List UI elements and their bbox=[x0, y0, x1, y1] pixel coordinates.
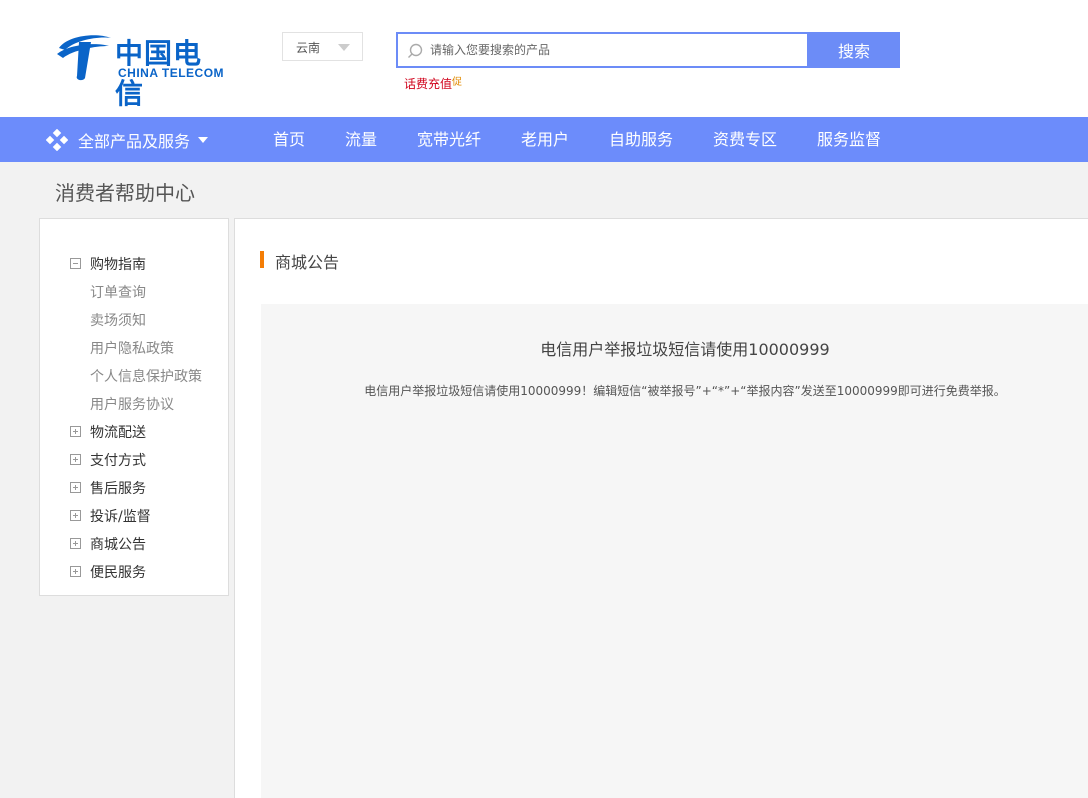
nav-item-self-service[interactable]: 自助服务 bbox=[609, 117, 673, 162]
expand-icon[interactable] bbox=[70, 454, 81, 465]
sidebar-group-label: 物流配送 bbox=[90, 425, 146, 441]
all-products-menu[interactable]: 全部产品及服务 bbox=[46, 117, 209, 162]
section-accent-bar bbox=[260, 251, 264, 268]
all-products-label: 全部产品及服务 bbox=[78, 131, 191, 151]
search-box bbox=[396, 32, 809, 68]
nav-item-data-traffic[interactable]: 流量 bbox=[345, 117, 377, 162]
region-selector[interactable]: 云南 bbox=[282, 32, 363, 61]
nav-item-tariff-zone[interactable]: 资费专区 bbox=[713, 117, 777, 162]
help-sidebar: 购物指南 订单查询 卖场须知 用户隐私政策 个人信息保护政策 用户服务协议 物流… bbox=[39, 218, 229, 596]
sidebar-group-label: 售后服务 bbox=[90, 481, 146, 497]
notice-body: 电信用户举报垃圾短信请使用10000999！编辑短信“被举报号”+“*”+“举报… bbox=[364, 384, 1006, 398]
promo-badge: 促 bbox=[452, 77, 462, 88]
chevron-down-icon bbox=[338, 44, 350, 51]
sidebar-group-label: 便民服务 bbox=[90, 565, 146, 581]
sidebar-group-complaints[interactable]: 投诉/监督 bbox=[40, 502, 228, 530]
caret-down-icon bbox=[198, 136, 209, 143]
sidebar-item-label: 个人信息保护政策 bbox=[90, 369, 202, 385]
search-input[interactable] bbox=[430, 40, 800, 60]
page-title: 消费者帮助中心 bbox=[55, 181, 195, 205]
sidebar-group-label: 投诉/监督 bbox=[90, 509, 151, 525]
expand-icon[interactable] bbox=[70, 510, 81, 521]
search-icon bbox=[408, 43, 423, 58]
search-button[interactable]: 搜索 bbox=[808, 32, 900, 68]
recharge-link[interactable]: 话费充值 bbox=[404, 75, 452, 92]
sidebar-group-convenience[interactable]: 便民服务 bbox=[40, 558, 228, 586]
expand-icon[interactable] bbox=[70, 426, 81, 437]
main-nav: 全部产品及服务 首页 流量 宽带光纤 老用户 自助服务 资费专区 服务监督 bbox=[0, 117, 1088, 162]
section-title: 商城公告 bbox=[275, 253, 340, 272]
sidebar-item-user-agreement[interactable]: 用户服务协议 bbox=[40, 390, 228, 418]
china-telecom-logo[interactable]: 中国电信 CHINA TELECOM bbox=[55, 30, 230, 110]
nav-item-broadband[interactable]: 宽带光纤 bbox=[417, 117, 481, 162]
expand-icon[interactable] bbox=[70, 538, 81, 549]
telecom-logo-icon bbox=[57, 35, 111, 81]
sidebar-group-payment[interactable]: 支付方式 bbox=[40, 446, 228, 474]
sidebar-item-label: 用户隐私政策 bbox=[90, 341, 174, 357]
expand-icon[interactable] bbox=[70, 482, 81, 493]
collapse-icon[interactable] bbox=[70, 258, 81, 269]
sidebar-group-announcements[interactable]: 商城公告 bbox=[40, 530, 228, 558]
sidebar-group-label: 支付方式 bbox=[90, 453, 146, 469]
sidebar-group-label: 商城公告 bbox=[90, 537, 146, 553]
sidebar-group-after-sales[interactable]: 售后服务 bbox=[40, 474, 228, 502]
nav-item-existing-users[interactable]: 老用户 bbox=[521, 117, 569, 162]
expand-icon[interactable] bbox=[70, 566, 81, 577]
sidebar-item-order-query[interactable]: 订单查询 bbox=[40, 278, 228, 306]
nav-item-home[interactable]: 首页 bbox=[273, 117, 305, 162]
header: 中国电信 CHINA TELECOM 云南 搜索 话费充值 促 bbox=[0, 0, 1088, 117]
sidebar-item-label: 卖场须知 bbox=[90, 313, 146, 329]
logo-english-text: CHINA TELECOM bbox=[118, 66, 225, 80]
region-label: 云南 bbox=[296, 41, 321, 55]
notice-panel: 电信用户举报垃圾短信请使用10000999 电信用户举报垃圾短信请使用10000… bbox=[261, 304, 1088, 798]
sidebar-item-personal-info-policy[interactable]: 个人信息保护政策 bbox=[40, 362, 228, 390]
sidebar-item-store-notice[interactable]: 卖场须知 bbox=[40, 306, 228, 334]
sidebar-item-label: 订单查询 bbox=[90, 285, 146, 301]
sidebar-group-shopping-guide[interactable]: 购物指南 bbox=[40, 250, 228, 278]
sidebar-group-label: 购物指南 bbox=[90, 257, 146, 273]
notice-title: 电信用户举报垃圾短信请使用10000999 bbox=[540, 340, 830, 359]
sidebar-group-logistics[interactable]: 物流配送 bbox=[40, 418, 228, 446]
main-content: 商城公告 电信用户举报垃圾短信请使用10000999 电信用户举报垃圾短信请使用… bbox=[234, 218, 1088, 798]
nav-item-service-supervision[interactable]: 服务监督 bbox=[817, 117, 881, 162]
sidebar-item-privacy-policy[interactable]: 用户隐私政策 bbox=[40, 334, 228, 362]
category-grid-icon bbox=[46, 128, 68, 151]
sidebar-item-label: 用户服务协议 bbox=[90, 397, 174, 413]
